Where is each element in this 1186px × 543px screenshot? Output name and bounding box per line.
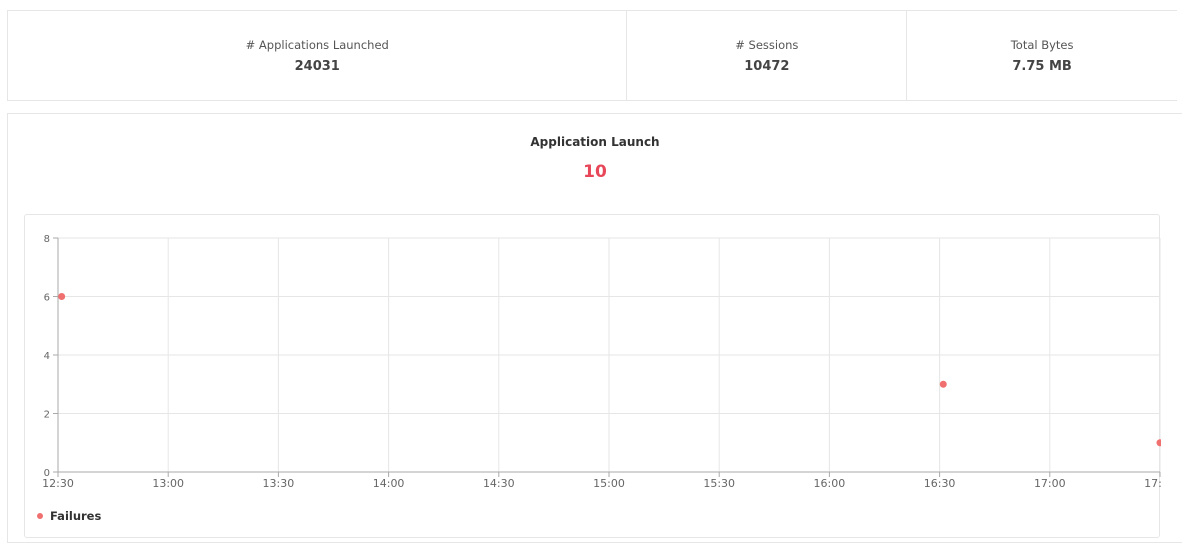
stat-sessions: # Sessions 10472 [627,11,908,100]
stat-value: 7.75 MB [1012,58,1072,74]
x-tick-label: 14:00 [373,477,405,490]
stat-value: 10472 [744,58,790,74]
legend-label: Failures [50,509,101,523]
x-tick-label: 14:30 [483,477,515,490]
stat-label: # Applications Launched [245,37,389,52]
stat-label: # Sessions [735,37,799,52]
legend-marker [37,513,43,519]
panel-title: Application Launch [530,135,660,149]
failures-chart: 0246812:30 13:00 13:30 14:00 14:30 15:00 15:30… [37,234,1176,523]
stat-value: 24031 [294,58,340,74]
application-launch-panel: Application Launch 10 0 2 4 6 8 12:30 13:00 13:… [7,113,1182,543]
summary-stats: # Applications Launched 24031 # Sessions… [7,10,1177,101]
y-tick-label: 6 [44,293,50,304]
x-tick-label: 15:30 [703,477,735,490]
y-tick-label: 2 [44,410,50,421]
data-point [939,380,947,388]
x-tick-label: 13:30 [263,477,295,490]
x-tick-label: 17:30 [1144,477,1161,490]
x-tick-label: 13:00 [152,477,184,490]
y-tick-label: 4 [44,351,50,362]
stat-applications-launched: # Applications Launched 24031 [8,11,628,100]
chart-container: 0 2 4 6 8 12:30 13:00 13:30 14:00 14:30 15:00 15:30… [24,214,1176,538]
x-tick-label: 16:00 [814,477,846,490]
x-tick-label: 12:30 [42,477,74,490]
x-tick-label: 17:00 [1034,477,1066,490]
x-tick-label: 16:30 [924,477,956,490]
stat-label: Total Bytes [1010,37,1074,52]
data-point [1156,439,1164,447]
y-tick-label: 8 [44,234,50,245]
panel-value: 10 [583,162,607,182]
data-point [58,293,66,300]
stat-total-bytes: Total Bytes 7.75 MB [907,11,1177,100]
x-tick-label: 15:00 [593,477,625,490]
